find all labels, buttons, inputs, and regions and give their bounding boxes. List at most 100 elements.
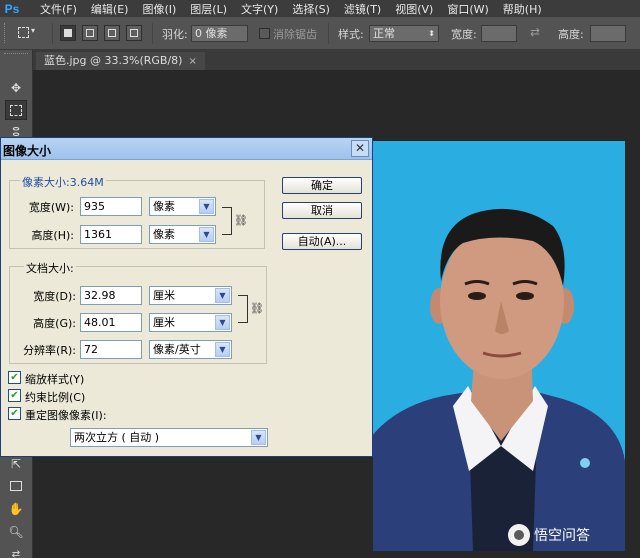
- pixel-height-unit-value: 像素: [153, 228, 175, 241]
- antialias-label: 消除锯齿: [273, 28, 317, 41]
- resample-checkbox[interactable]: ✔: [8, 407, 21, 420]
- constrain-proportions-label: 约束比例(C): [25, 391, 86, 404]
- chain-link-icon: ⛓: [234, 214, 248, 227]
- options-bar: ▾ 羽化: 0 像素 消除锯齿 样式: 正常 ⬍ 宽度: ⇄ 高度:: [0, 17, 640, 50]
- intersect-selection-button[interactable]: [126, 25, 142, 41]
- checkmark-icon: ✔: [10, 390, 19, 401]
- ok-button[interactable]: 确定: [282, 177, 362, 194]
- wukong-logo-icon: [508, 524, 530, 546]
- doc-width-unit-select[interactable]: 厘米 ▼: [149, 286, 232, 305]
- width-input[interactable]: [481, 25, 517, 42]
- chevron-down-icon: ▼: [215, 315, 230, 330]
- doc-height-label: 高度(G):: [33, 317, 76, 330]
- doc-width-unit-value: 厘米: [153, 289, 175, 302]
- menu-edit[interactable]: 编辑(E): [91, 1, 129, 17]
- new-selection-button[interactable]: [60, 25, 76, 41]
- close-icon: ✕: [354, 141, 366, 155]
- menu-file[interactable]: 文件(F): [40, 1, 77, 17]
- menu-image[interactable]: 图像(I): [142, 1, 176, 17]
- watermark: 悟空问答: [508, 524, 590, 546]
- feather-label: 羽化:: [162, 28, 188, 41]
- photoshop-logo: Ps: [4, 1, 20, 16]
- close-icon[interactable]: ×: [188, 56, 196, 67]
- document-size-legend: 文档大小:: [24, 260, 76, 276]
- pixel-dimensions-group: 像素大小:3.64M 宽度(W): 935 像素 ▼ 高度(H): 1361 像…: [9, 174, 265, 249]
- chevron-down-icon: ▼: [199, 199, 214, 214]
- hand-tool-icon[interactable]: ✋: [5, 499, 27, 519]
- style-select-value: 正常: [373, 27, 395, 40]
- marquee-tool-preset[interactable]: ▾: [17, 25, 37, 41]
- chevron-down-icon: ▼: [251, 430, 266, 445]
- style-label: 样式:: [338, 28, 364, 41]
- doc-height-unit-select[interactable]: 厘米 ▼: [149, 313, 232, 332]
- constrain-bracket: [222, 207, 232, 235]
- pixel-width-unit-select[interactable]: 像素 ▼: [149, 197, 216, 216]
- pixel-height-unit-select[interactable]: 像素 ▼: [149, 225, 216, 244]
- path-selection-tool-icon[interactable]: ⇱: [5, 454, 27, 474]
- resample-label: 重定图像像素(I):: [25, 409, 107, 422]
- pixel-height-label: 高度(H):: [31, 229, 74, 242]
- portrait-photo: [373, 141, 625, 551]
- resample-method-value: 两次立方 ( 自动 ): [74, 431, 160, 444]
- scale-styles-label: 缩放样式(Y): [25, 373, 85, 386]
- width-label: 宽度:: [451, 28, 477, 41]
- divider: [152, 23, 153, 44]
- doc-width-label: 宽度(D):: [33, 290, 76, 303]
- pixel-width-label: 宽度(W):: [28, 201, 74, 214]
- menu-type[interactable]: 文字(Y): [241, 1, 278, 17]
- image-size-dialog: 图像大小 ✕ 像素大小:3.64M 宽度(W): 935 像素 ▼ 高度(H):…: [0, 137, 373, 457]
- divider: [328, 23, 329, 44]
- auto-button[interactable]: 自动(A)...: [282, 233, 362, 250]
- pixel-width-unit-value: 像素: [153, 200, 175, 213]
- resample-method-select[interactable]: 两次立方 ( 自动 ) ▼: [70, 428, 268, 447]
- resolution-input[interactable]: 72: [80, 340, 142, 359]
- menu-select[interactable]: 选择(S): [292, 1, 330, 17]
- move-tool-icon[interactable]: ✥: [5, 78, 27, 98]
- pixel-height-input[interactable]: 1361: [80, 225, 142, 244]
- checkmark-icon: ✔: [10, 372, 19, 383]
- doc-height-unit-value: 厘米: [153, 316, 175, 329]
- subtract-selection-icon: [108, 29, 116, 37]
- divider: [52, 23, 53, 44]
- menu-help[interactable]: 帮助(H): [503, 1, 542, 17]
- subtract-selection-button[interactable]: [104, 25, 120, 41]
- chevron-down-icon: ▼: [215, 288, 230, 303]
- menu-view[interactable]: 视图(V): [395, 1, 433, 17]
- height-input[interactable]: [590, 25, 626, 42]
- swap-icon[interactable]: ⇄: [530, 25, 540, 39]
- add-to-selection-button[interactable]: [82, 25, 98, 41]
- chain-link-icon: ⛓: [250, 302, 264, 315]
- constrain-proportions-checkbox[interactable]: ✔: [8, 389, 21, 402]
- intersect-selection-icon: [130, 29, 138, 37]
- pixel-width-input[interactable]: 935: [80, 197, 142, 216]
- menu-filter[interactable]: 滤镜(T): [344, 1, 381, 17]
- chevron-down-icon: ▾: [31, 26, 36, 35]
- menu-window[interactable]: 窗口(W): [447, 1, 488, 17]
- portrait-illustration: [373, 141, 625, 551]
- document-tab[interactable]: 蓝色.jpg @ 33.3%(RGB/8) ×: [36, 52, 205, 70]
- pixel-dimensions-legend: 像素大小:3.64M: [20, 174, 106, 190]
- dialog-close-button[interactable]: ✕: [351, 140, 369, 157]
- resolution-unit-select[interactable]: 像素/英寸 ▼: [149, 340, 232, 359]
- scale-styles-checkbox[interactable]: ✔: [8, 371, 21, 384]
- style-select[interactable]: 正常 ⬍: [369, 25, 439, 42]
- document-tab-bar: 蓝色.jpg @ 33.3%(RGB/8) ×: [33, 50, 640, 70]
- panel-grip: [4, 53, 28, 56]
- menu-layer[interactable]: 图层(L): [190, 1, 227, 17]
- doc-width-input[interactable]: 32.98: [80, 286, 142, 305]
- checkmark-icon: ✔: [10, 408, 19, 419]
- rect-marquee-tool-icon[interactable]: [5, 100, 27, 120]
- feather-input[interactable]: 0 像素: [191, 25, 248, 42]
- chevron-down-icon: ▼: [199, 227, 214, 242]
- new-selection-icon: [64, 29, 72, 37]
- cancel-button[interactable]: 取消: [282, 202, 362, 219]
- dialog-title-bar[interactable]: 图像大小 ✕: [1, 138, 372, 160]
- document-tab-title: 蓝色.jpg @ 33.3%(RGB/8): [44, 54, 183, 67]
- doc-height-input[interactable]: 48.01: [80, 313, 142, 332]
- zoom-tool-icon[interactable]: 🔍︎: [5, 522, 27, 542]
- antialias-checkbox[interactable]: [259, 28, 270, 39]
- rectangle-tool-icon[interactable]: [5, 476, 27, 496]
- constrain-bracket: [238, 295, 248, 323]
- color-swatch-icon[interactable]: ⇄: [5, 544, 27, 558]
- menu-bar: Ps 文件(F) 编辑(E) 图像(I) 图层(L) 文字(Y) 选择(S) 滤…: [0, 0, 640, 17]
